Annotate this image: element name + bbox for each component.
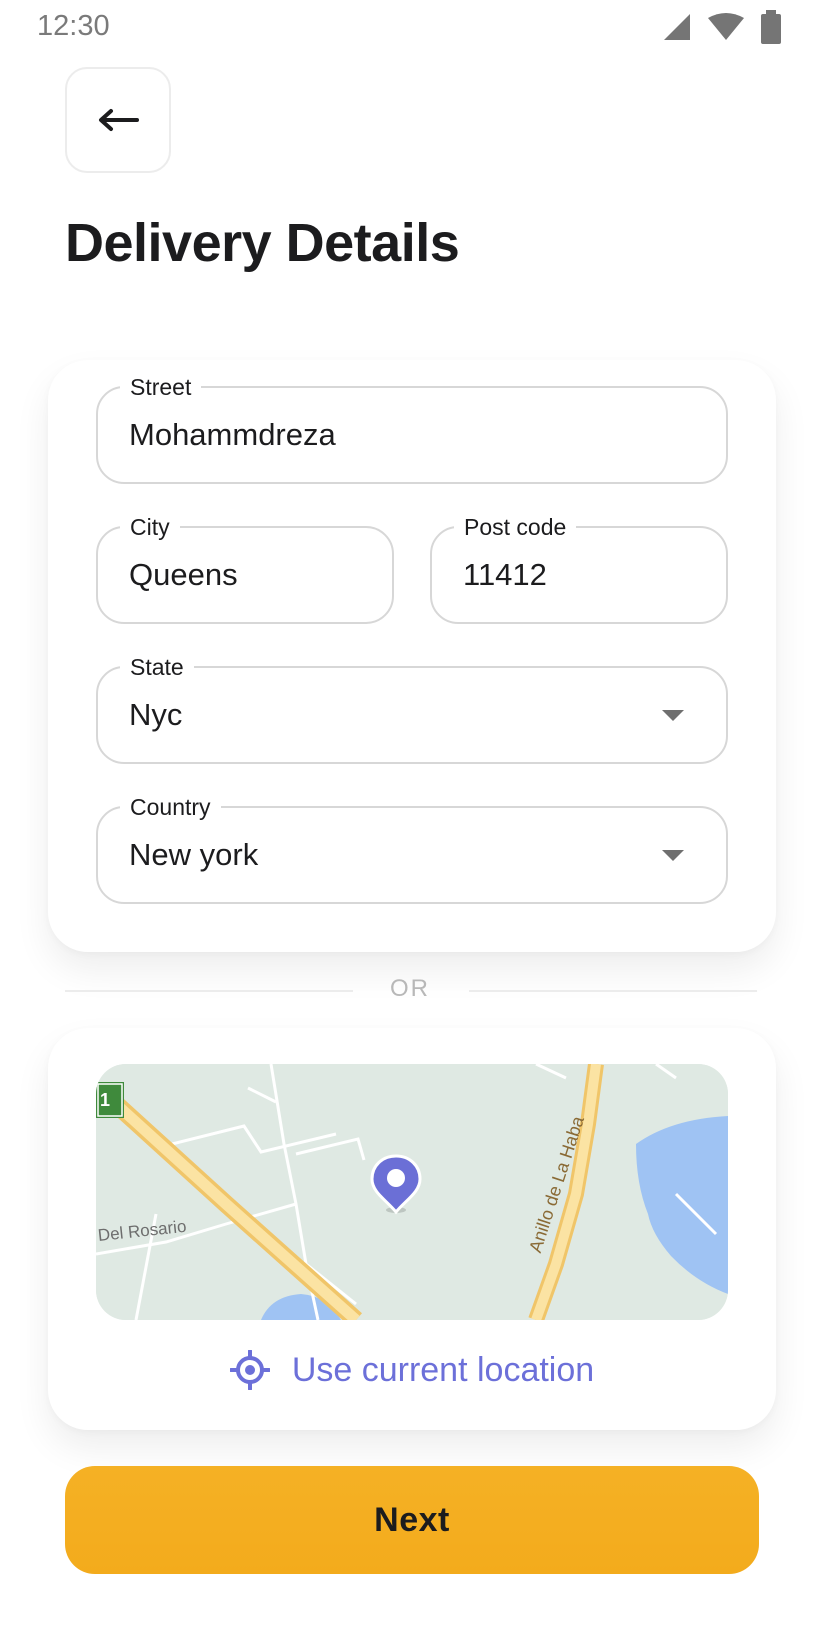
chevron-down-icon bbox=[662, 850, 684, 861]
next-button-label: Next bbox=[374, 1500, 450, 1539]
wifi-icon bbox=[708, 13, 744, 40]
highway-badge: 1 bbox=[100, 1090, 111, 1110]
country-select[interactable]: Country New york bbox=[96, 792, 728, 904]
divider-line-left bbox=[65, 990, 353, 992]
city-field[interactable]: City Queens bbox=[96, 512, 394, 624]
status-icons bbox=[662, 10, 782, 44]
street-field[interactable]: Street Mohammdreza bbox=[96, 372, 728, 484]
arrow-left-icon bbox=[99, 109, 139, 131]
status-time: 12:30 bbox=[37, 10, 110, 42]
city-value: Queens bbox=[129, 557, 238, 592]
map-pin-icon bbox=[370, 1154, 422, 1215]
street-value: Mohammdreza bbox=[129, 417, 336, 452]
post-code-value: 11412 bbox=[463, 557, 547, 592]
or-divider-text: OR bbox=[390, 975, 430, 1002]
back-button[interactable] bbox=[65, 67, 171, 173]
post-code-field[interactable]: Post code 11412 bbox=[430, 512, 728, 624]
crosshair-icon bbox=[229, 1350, 270, 1390]
map-preview[interactable]: 1 Del Rosario Anillo de La Haba bbox=[96, 1064, 728, 1320]
signal-icon bbox=[664, 14, 690, 40]
page-title: Delivery Details bbox=[65, 213, 460, 273]
country-value: New york bbox=[129, 837, 259, 872]
battery-icon bbox=[761, 10, 781, 44]
chevron-down-icon bbox=[662, 710, 684, 721]
next-button[interactable]: Next bbox=[65, 1466, 759, 1574]
divider-line-right bbox=[469, 990, 757, 992]
state-value: Nyc bbox=[129, 697, 183, 732]
status-bar: 12:30 bbox=[0, 0, 822, 54]
use-current-location-label: Use current location bbox=[291, 1350, 595, 1389]
map-card: 1 Del Rosario Anillo de La Haba Use curr… bbox=[48, 1028, 776, 1430]
use-current-location-button[interactable]: Use current location bbox=[48, 1340, 776, 1400]
state-select[interactable]: State Nyc bbox=[96, 652, 728, 764]
address-form-card: Street Mohammdreza City Queens Post code… bbox=[48, 360, 776, 952]
